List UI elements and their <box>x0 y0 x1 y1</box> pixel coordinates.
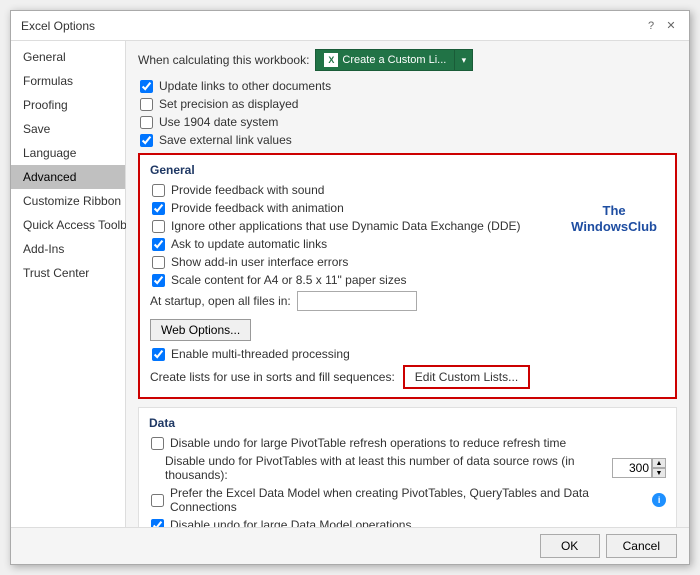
checkbox-ignore-dde: Ignore other applications that use Dynam… <box>150 219 665 233</box>
dialog-body: General Formulas Proofing Save Language … <box>11 41 689 527</box>
disable-undo-large-label: Disable undo for large Data Model operat… <box>170 518 411 527</box>
disable-undo-rows-row: Disable undo for PivotTables with at lea… <box>149 454 666 482</box>
checkbox-prefer-data-model: Prefer the Excel Data Model when creatin… <box>149 486 666 514</box>
checkbox-update-links: Update links to other documents <box>138 79 677 93</box>
scale-content-label: Scale content for A4 or 8.5 x 11" paper … <box>171 273 407 287</box>
sidebar-item-save[interactable]: Save <box>11 117 125 141</box>
workbook-checkboxes: Update links to other documents Set prec… <box>138 79 677 147</box>
disable-undo-rows-input-wrapper: 300 ▲ ▼ <box>612 458 666 478</box>
general-inner: The WindowsClub Provide feedback with so… <box>150 183 665 389</box>
workbook-label: When calculating this workbook: <box>138 53 309 67</box>
feedback-sound-label: Provide feedback with sound <box>171 183 324 197</box>
disable-undo-large-checkbox[interactable] <box>151 519 164 528</box>
use-1904-label: Use 1904 date system <box>159 115 278 129</box>
workbook-dropdown-arrow[interactable]: ▾ <box>455 49 473 71</box>
update-links-checkbox[interactable] <box>140 80 153 93</box>
checkbox-multi-thread: Enable multi-threaded processing <box>150 347 665 361</box>
edit-custom-lists-button[interactable]: Edit Custom Lists... <box>403 365 530 389</box>
disable-undo-rows-input[interactable]: 300 <box>612 458 652 478</box>
feedback-animation-label: Provide feedback with animation <box>171 201 344 215</box>
checkbox-feedback-animation: Provide feedback with animation <box>150 201 665 215</box>
title-controls: ? ✕ <box>643 18 679 34</box>
spin-wrapper-rows: ▲ ▼ <box>652 458 666 478</box>
disable-undo-pivot-label: Disable undo for large PivotTable refres… <box>170 436 566 450</box>
spin-up-rows[interactable]: ▲ <box>652 458 666 468</box>
checkbox-scale-content: Scale content for A4 or 8.5 x 11" paper … <box>150 273 665 287</box>
sidebar-item-advanced[interactable]: Advanced <box>11 165 125 189</box>
sidebar-item-language[interactable]: Language <box>11 141 125 165</box>
dropdown-label: Create a Custom Li... <box>342 54 446 66</box>
workbook-dropdown: X Create a Custom Li... ▾ <box>315 49 473 71</box>
create-lists-row: Create lists for use in sorts and fill s… <box>150 365 665 389</box>
sidebar-item-customize-ribbon[interactable]: Customize Ribbon <box>11 189 125 213</box>
feedback-sound-checkbox[interactable] <box>152 184 165 197</box>
workbook-row: When calculating this workbook: X Create… <box>138 49 677 71</box>
web-options-button[interactable]: Web Options... <box>150 319 251 341</box>
spin-down-rows[interactable]: ▼ <box>652 468 666 478</box>
set-precision-label: Set precision as displayed <box>159 97 298 111</box>
checkbox-use-1904: Use 1904 date system <box>138 115 677 129</box>
info-icon-data-model[interactable]: i <box>652 493 666 507</box>
checkbox-set-precision: Set precision as displayed <box>138 97 677 111</box>
show-addin-errors-label: Show add-in user interface errors <box>171 255 348 269</box>
data-section: Data Disable undo for large PivotTable r… <box>138 407 677 527</box>
startup-row: At startup, open all files in: <box>150 291 665 311</box>
checkbox-feedback-sound: Provide feedback with sound <box>150 183 665 197</box>
disable-undo-pivot-checkbox[interactable] <box>151 437 164 450</box>
cancel-button[interactable]: Cancel <box>606 534 677 558</box>
disable-undo-rows-label: Disable undo for PivotTables with at lea… <box>165 454 606 482</box>
use-1904-checkbox[interactable] <box>140 116 153 129</box>
excel-options-dialog: Excel Options ? ✕ General Formulas Proof… <box>10 10 690 565</box>
startup-label: At startup, open all files in: <box>150 294 291 308</box>
multi-thread-label: Enable multi-threaded processing <box>171 347 350 361</box>
sidebar-item-formulas[interactable]: Formulas <box>11 69 125 93</box>
workbook-dropdown-button[interactable]: X Create a Custom Li... <box>315 49 455 71</box>
checkbox-disable-undo-large: Disable undo for large Data Model operat… <box>149 518 666 527</box>
update-links-label: Update links to other documents <box>159 79 331 93</box>
excel-icon: X <box>324 53 338 67</box>
title-bar: Excel Options ? ✕ <box>11 11 689 41</box>
sidebar-item-general[interactable]: General <box>11 45 125 69</box>
ask-links-checkbox[interactable] <box>152 238 165 251</box>
multi-thread-checkbox[interactable] <box>152 348 165 361</box>
save-external-checkbox[interactable] <box>140 134 153 147</box>
close-button[interactable]: ✕ <box>663 18 679 34</box>
checkbox-disable-undo-pivot: Disable undo for large PivotTable refres… <box>149 436 666 450</box>
ignore-dde-checkbox[interactable] <box>152 220 165 233</box>
checkbox-ask-links: Ask to update automatic links <box>150 237 665 251</box>
checkbox-save-external: Save external link values <box>138 133 677 147</box>
sidebar-item-proofing[interactable]: Proofing <box>11 93 125 117</box>
help-button[interactable]: ? <box>643 18 659 34</box>
main-content: When calculating this workbook: X Create… <box>126 41 689 527</box>
general-section: General The WindowsClub Provide feedback… <box>138 153 677 399</box>
ok-button[interactable]: OK <box>540 534 600 558</box>
sidebar-item-quick-access[interactable]: Quick Access Toolbar <box>11 213 125 237</box>
data-section-title: Data <box>149 416 666 430</box>
startup-input[interactable] <box>297 291 417 311</box>
ask-links-label: Ask to update automatic links <box>171 237 327 251</box>
sidebar-item-trust-center[interactable]: Trust Center <box>11 261 125 285</box>
checkbox-show-addin-errors: Show add-in user interface errors <box>150 255 665 269</box>
set-precision-checkbox[interactable] <box>140 98 153 111</box>
show-addin-errors-checkbox[interactable] <box>152 256 165 269</box>
sidebar-item-add-ins[interactable]: Add-Ins <box>11 237 125 261</box>
dialog-footer: OK Cancel <box>11 527 689 564</box>
save-external-label: Save external link values <box>159 133 292 147</box>
prefer-data-model-checkbox[interactable] <box>151 494 164 507</box>
scale-content-checkbox[interactable] <box>152 274 165 287</box>
sidebar: General Formulas Proofing Save Language … <box>11 41 126 527</box>
feedback-animation-checkbox[interactable] <box>152 202 165 215</box>
general-section-title: General <box>150 163 665 177</box>
prefer-data-model-label: Prefer the Excel Data Model when creatin… <box>170 486 646 514</box>
ignore-dde-label: Ignore other applications that use Dynam… <box>171 219 521 233</box>
dialog-title: Excel Options <box>21 19 95 33</box>
create-lists-label: Create lists for use in sorts and fill s… <box>150 370 395 384</box>
